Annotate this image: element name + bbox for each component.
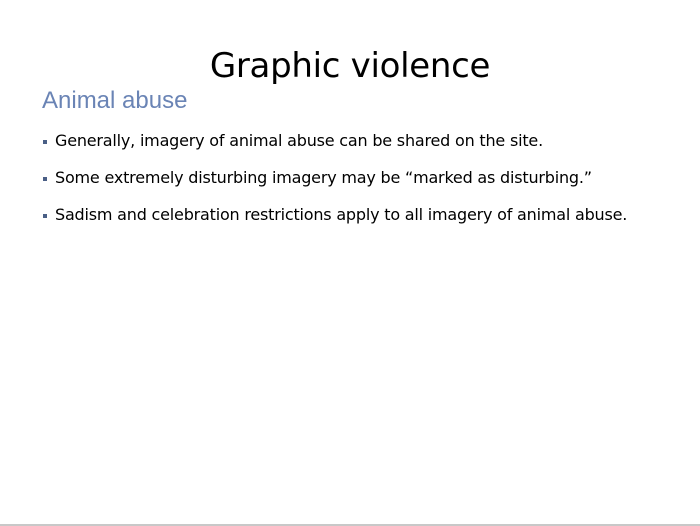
bullet-text: Some extremely disturbing imagery may be… (55, 168, 592, 187)
bullet-text: Generally, imagery of animal abuse can b… (55, 131, 543, 150)
square-bullet-icon (43, 177, 47, 181)
bullet-item: Sadism and celebration restrictions appl… (42, 202, 682, 228)
square-bullet-icon (43, 214, 47, 218)
bullet-text: Sadism and celebration restrictions appl… (55, 205, 628, 224)
bullet-list: Generally, imagery of animal abuse can b… (42, 128, 682, 239)
bullet-item: Generally, imagery of animal abuse can b… (42, 128, 682, 154)
square-bullet-icon (43, 140, 47, 144)
slide: Graphic violence Animal abuse Generally,… (0, 0, 700, 524)
slide-title: Graphic violence (209, 46, 491, 86)
slide-subtitle: Animal abuse (42, 87, 188, 114)
bullet-item: Some extremely disturbing imagery may be… (42, 165, 682, 191)
